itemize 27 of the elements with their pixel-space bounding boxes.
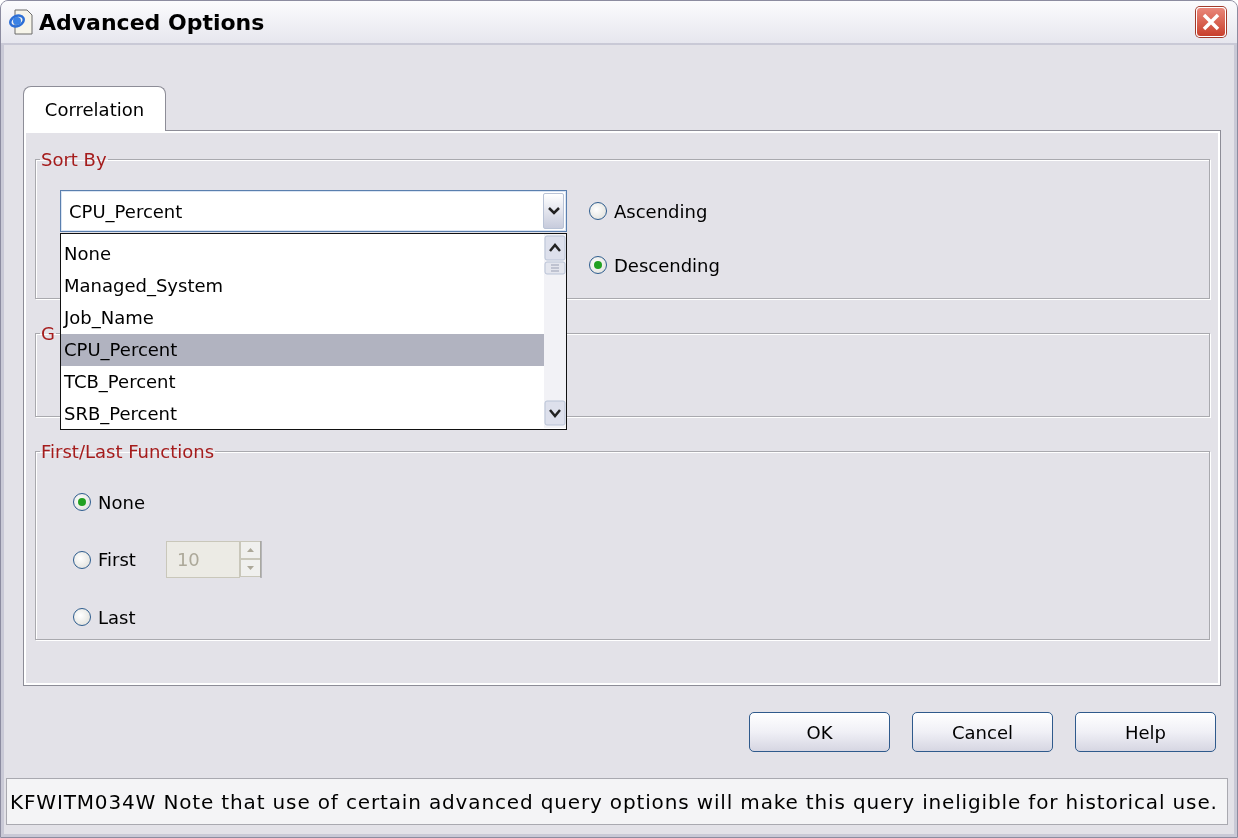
list-item[interactable]: Managed_System bbox=[61, 270, 544, 302]
dialog-button[interactable]: Help bbox=[1075, 712, 1216, 752]
group-legend: First/Last Functions bbox=[40, 441, 216, 462]
dialog-button[interactable]: OK bbox=[749, 712, 890, 752]
radio-button[interactable]: None bbox=[73, 491, 145, 513]
status-bar: KFWITM034W Note that use of certain advanced query options will make this query ineligible for historical use. bbox=[6, 778, 1228, 825]
tab[interactable]: Correlation bbox=[23, 86, 166, 131]
close-button[interactable] bbox=[1196, 7, 1226, 37]
radio-button[interactable]: Last bbox=[73, 606, 136, 628]
group-legend: G bbox=[40, 323, 56, 344]
scrollbar[interactable] bbox=[544, 234, 566, 428]
list-item[interactable]: None bbox=[61, 238, 544, 270]
dialog-button[interactable]: Cancel bbox=[912, 712, 1053, 752]
window-title: Advanced Options bbox=[39, 9, 266, 35]
dropdown-field[interactable]: CPU_Percent bbox=[60, 190, 567, 232]
radio-button[interactable]: First bbox=[73, 549, 136, 570]
list-item[interactable]: Job_Name bbox=[61, 302, 544, 334]
spin-buttons[interactable] bbox=[239, 541, 262, 578]
list-item[interactable]: SRB_Percent bbox=[61, 398, 544, 430]
app-icon bbox=[9, 9, 33, 35]
list-item[interactable]: CPU_Percent bbox=[61, 334, 544, 366]
radio-button[interactable]: Descending bbox=[589, 254, 720, 276]
radio-button[interactable]: Ascending bbox=[589, 200, 708, 222]
caret-icon bbox=[547, 207, 560, 215]
close-icon bbox=[1202, 13, 1220, 31]
list-item[interactable]: TCB_Percent bbox=[61, 366, 544, 398]
group-legend: Sort By bbox=[40, 149, 108, 170]
